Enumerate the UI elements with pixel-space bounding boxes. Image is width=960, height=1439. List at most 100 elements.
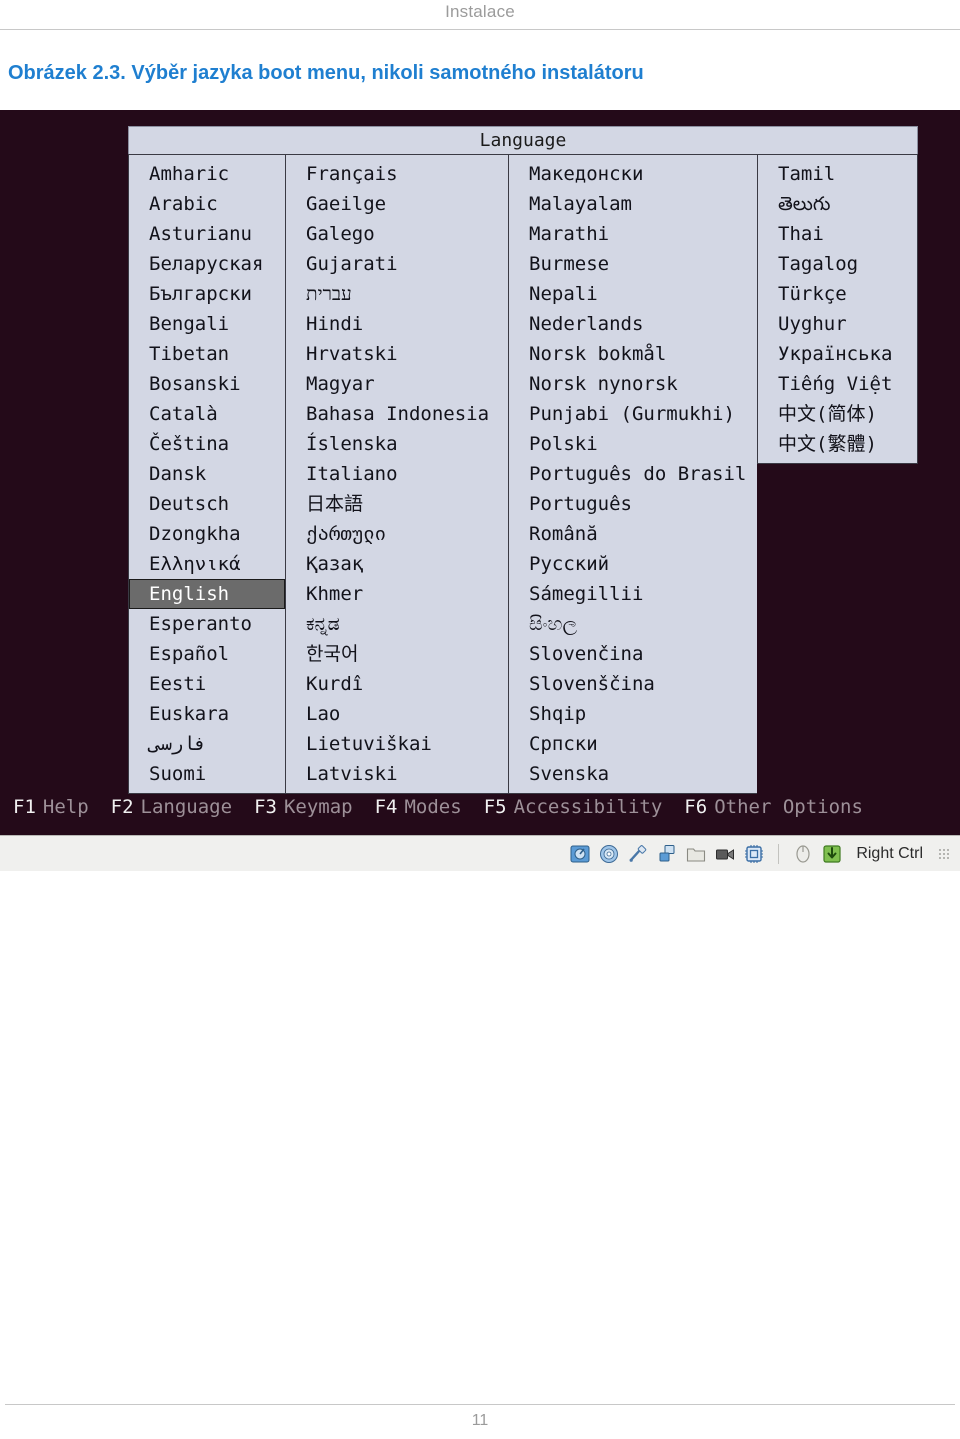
function-key-label: Language [140, 796, 233, 818]
function-key-bar: F1 Help F2 Language F3 Keymap F4 Modes F5 Accessi… [0, 790, 960, 824]
function-key-f5[interactable]: F5 Accessibility [484, 796, 663, 818]
mouse-integration-icon[interactable] [792, 843, 814, 865]
language-item[interactable]: Suomi [129, 759, 285, 789]
language-item[interactable]: Uyghur [758, 309, 917, 339]
language-item[interactable]: Asturianu [129, 219, 285, 249]
language-item[interactable]: 한국어 [286, 639, 508, 669]
language-item[interactable]: Shqip [509, 699, 757, 729]
language-item[interactable]: Kurdî [286, 669, 508, 699]
language-item[interactable]: Українська [758, 339, 917, 369]
hard-disk-icon[interactable] [569, 843, 591, 865]
language-item[interactable]: Bosanski [129, 369, 285, 399]
function-key-f6[interactable]: F6 Other Options [684, 796, 863, 818]
language-item[interactable]: Hrvatski [286, 339, 508, 369]
language-item[interactable]: Burmese [509, 249, 757, 279]
language-item[interactable]: Magyar [286, 369, 508, 399]
host-key-icon[interactable] [821, 843, 843, 865]
language-item[interactable]: Português [509, 489, 757, 519]
language-item[interactable]: Lao [286, 699, 508, 729]
language-item[interactable]: Sámegillii [509, 579, 757, 609]
language-item[interactable]: Nepali [509, 279, 757, 309]
language-item[interactable]: Tamil [758, 159, 917, 189]
language-item[interactable]: Italiano [286, 459, 508, 489]
language-item[interactable]: Македонски [509, 159, 757, 189]
language-item[interactable]: ಕನ್ನಡ [286, 609, 508, 639]
language-item[interactable]: Bengali [129, 309, 285, 339]
language-item[interactable]: Gaeilge [286, 189, 508, 219]
language-item[interactable]: Hindi [286, 309, 508, 339]
language-item[interactable]: తెలుగు [758, 189, 917, 219]
language-item[interactable]: Português do Brasil [509, 459, 757, 489]
language-item[interactable]: සිංහල [509, 609, 757, 639]
language-item[interactable]: Norsk bokmål [509, 339, 757, 369]
language-item[interactable]: Arabic [129, 189, 285, 219]
language-item[interactable]: Amharic [129, 159, 285, 189]
language-item[interactable]: Dzongkha [129, 519, 285, 549]
language-item[interactable]: Català [129, 399, 285, 429]
language-item[interactable]: Română [509, 519, 757, 549]
language-item[interactable]: Galego [286, 219, 508, 249]
language-item[interactable]: Français [286, 159, 508, 189]
language-item[interactable]: Svenska [509, 759, 757, 789]
shared-folder-icon[interactable] [685, 843, 707, 865]
language-item[interactable]: 中文(简体) [758, 399, 917, 429]
language-item[interactable]: Marathi [509, 219, 757, 249]
language-item[interactable]: Türkçe [758, 279, 917, 309]
function-key-label: Modes [404, 796, 462, 818]
language-item[interactable]: Български [129, 279, 285, 309]
language-menu-columns: Amharic Arabic Asturianu Беларуская Българск… [128, 154, 918, 794]
function-key-f1[interactable]: F1 Help [13, 796, 89, 818]
language-item[interactable]: Қазақ [286, 549, 508, 579]
language-item[interactable]: Euskara [129, 699, 285, 729]
usb-icon[interactable] [627, 843, 649, 865]
language-item[interactable]: Polski [509, 429, 757, 459]
language-item[interactable]: 中文(繁體) [758, 429, 917, 459]
language-item[interactable]: Thai [758, 219, 917, 249]
language-item[interactable]: Nederlands [509, 309, 757, 339]
language-item[interactable]: Español [129, 639, 285, 669]
language-item[interactable]: Slovenščina [509, 669, 757, 699]
function-key-f4[interactable]: F4 Modes [375, 796, 462, 818]
function-key-f3[interactable]: F3 Keymap [254, 796, 353, 818]
figure-caption: Obrázek 2.3. Výběr jazyka boot menu, nik… [8, 62, 644, 84]
language-item[interactable]: Gujarati [286, 249, 508, 279]
language-item[interactable]: Punjabi (Gurmukhi) [509, 399, 757, 429]
cpu-icon[interactable] [743, 843, 765, 865]
page-header-title: Instalace [445, 2, 515, 21]
status-bar-divider [778, 843, 780, 864]
language-item[interactable]: Čeština [129, 429, 285, 459]
language-item[interactable]: Tibetan [129, 339, 285, 369]
video-capture-icon[interactable] [714, 843, 736, 865]
language-item[interactable]: עברית [286, 279, 508, 309]
language-item[interactable]: Српски [509, 729, 757, 759]
language-item[interactable]: Malayalam [509, 189, 757, 219]
language-item[interactable]: Deutsch [129, 489, 285, 519]
language-item[interactable]: Русский [509, 549, 757, 579]
optical-disk-icon[interactable] [598, 843, 620, 865]
language-item[interactable]: فارسی [129, 729, 285, 759]
network-icon[interactable] [656, 843, 678, 865]
language-item[interactable]: Norsk nynorsk [509, 369, 757, 399]
language-item[interactable]: Ελληνικά [129, 549, 285, 579]
language-item[interactable]: Tiếng Việt [758, 369, 917, 399]
language-item[interactable]: Khmer [286, 579, 508, 609]
language-item[interactable]: Bahasa Indonesia [286, 399, 508, 429]
language-item[interactable]: Tagalog [758, 249, 917, 279]
header-divider [0, 29, 960, 30]
language-item[interactable]: ქართული [286, 519, 508, 549]
language-item[interactable]: Lietuviškai [286, 729, 508, 759]
language-item[interactable]: Esperanto [129, 609, 285, 639]
footer-divider [5, 1404, 955, 1405]
language-item[interactable]: Latviski [286, 759, 508, 789]
language-item-selected[interactable]: English [129, 579, 285, 609]
resize-grip[interactable] [938, 847, 950, 860]
language-item[interactable]: Беларуская [129, 249, 285, 279]
language-item[interactable]: Dansk [129, 459, 285, 489]
language-item[interactable]: Íslenska [286, 429, 508, 459]
function-key-label: Help [42, 796, 89, 818]
function-key-f2[interactable]: F2 Language [111, 796, 232, 818]
language-item[interactable]: Eesti [129, 669, 285, 699]
function-key-label: Accessibility [513, 796, 663, 818]
language-item[interactable]: 日本語 [286, 489, 508, 519]
language-item[interactable]: Slovenčina [509, 639, 757, 669]
